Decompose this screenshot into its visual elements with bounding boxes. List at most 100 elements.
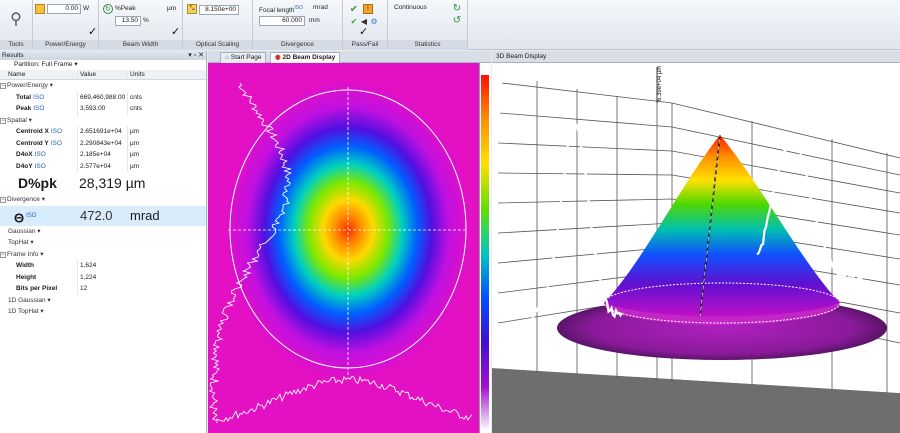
row-name: D%pk [18,175,57,191]
document-tabs: ⌂ Start Page ◉ 2D Beam Display [208,51,491,63]
table-row[interactable]: Centroid Y ISO 2.290843e+04 µm [0,137,206,149]
col-name[interactable]: Name [0,70,76,80]
settings-icon[interactable]: ⚙ [369,16,379,26]
row-value: 12 [77,283,126,295]
power-energy-input[interactable]: 0.00 [47,4,81,14]
row-name: Centroid Y [16,139,49,147]
beam-width-method[interactable]: %Peak [115,4,136,14]
divergence-group: Focal lengthISO mrad 60.000 mm Divergenc… [253,0,343,50]
results-title-bar: Results ▾ ▫ ✕ [0,51,206,60]
row-name: Total [16,93,32,101]
reset-icon[interactable]: ↺ [452,15,462,26]
beam-3d-display[interactable]: 6.39e+04 µm [492,63,900,433]
divergence-unit[interactable]: mrad [313,3,328,13]
row-unit: µm [127,160,139,172]
row-name: Centroid X [16,128,49,135]
iso-badge: ISO [33,105,45,112]
section-1d-gaussian[interactable]: 1D Gaussian ▾ [0,295,206,307]
results-column-headers: Name Value Units [0,70,206,80]
table-row[interactable]: Width 1,624 [0,260,206,272]
row-name: D4oY [16,162,33,170]
power-energy-unit[interactable]: W [83,4,89,14]
warning-icon[interactable]: ! [363,4,373,14]
collapse-icon[interactable]: − [0,83,6,89]
table-row[interactable]: D4oX ISO 2.185e+04 µm [0,149,206,161]
table-row[interactable]: Bits per Pixel 12 [0,283,206,295]
beam-2d-display[interactable] [208,63,479,433]
section-gaussian[interactable]: Gaussian ▾ [0,226,206,238]
wrench-icon[interactable]: ⚲ [6,8,26,30]
row-value: 1,624 [77,260,126,272]
table-row-selected[interactable]: Θ ISO 472.0 mrad [0,205,206,226]
collapse-icon[interactable]: − [0,251,6,258]
pass-fail-label: Pass/Fail [343,40,387,50]
collapse-icon[interactable]: − [0,117,6,124]
section-spatial[interactable]: − Spatial ▾ [0,115,206,127]
col-units[interactable]: Units [127,70,145,80]
section-tophat[interactable]: TopHat ▾ [0,237,206,249]
statistics-label: Statistics [388,40,467,50]
beam-width-input[interactable]: 13.50 [115,16,141,26]
pass-small-icon[interactable]: ✔ [349,16,359,26]
statistics-mode[interactable]: Continuous [394,3,427,13]
iso-badge: ISO [34,151,46,158]
check-icon[interactable]: ✓ [359,25,368,38]
focal-length-label: Focal lengthISO [259,5,304,15]
tools-label: Tools [0,40,32,50]
row-value: 1,224 [77,271,126,283]
tab-start-page[interactable]: ⌂ Start Page [220,52,267,63]
iso-badge: ISO [50,139,62,147]
focal-length-unit: mm [309,17,320,24]
partition-dropdown[interactable]: Partition: Full Frame ▾ [0,60,206,70]
beam-width-label: Beam Width [99,40,182,50]
section-label: Divergence [7,196,40,203]
table-row[interactable]: Total ISO 669,460,988.00 cnts [0,91,206,103]
check-icon[interactable]: ✓ [88,25,97,38]
check-icon[interactable]: ✓ [171,25,180,38]
optical-scaling-input[interactable]: 8.150e+00 [199,5,239,15]
tab-label: Start Page [230,54,262,61]
row-unit: mrad [127,205,160,226]
section-divergence[interactable]: − Divergence ▾ [0,194,206,206]
table-row[interactable]: Centroid X ISO 2.651691e+04 µm [0,126,206,138]
pass-fail-group: ✔ ! ✔ ◀ ⚙ ✓ Pass/Fail [343,0,388,50]
tab-2d-beam-display[interactable]: ◉ 2D Beam Display [270,52,341,63]
chevron-down-icon: ▾ [72,61,78,68]
height-marker-label: 6.39e+04 µm [657,66,663,101]
table-row-highlight[interactable]: D%pk 28,319 µm [0,172,206,194]
color-scale-bar [479,63,491,433]
collapse-icon[interactable]: − [0,197,6,203]
beam-width-unit[interactable]: µm [167,4,176,14]
col-value[interactable]: Value [77,70,126,80]
table-row[interactable]: Height 1,224 [0,271,206,283]
row-name: Peak [16,105,32,112]
refresh-icon[interactable]: ↻ [452,3,462,14]
row-value: 2.577e+04 [77,160,126,172]
iso-badge: ISO [50,128,63,135]
refresh-icon[interactable]: ↻ [103,4,113,14]
section-label: 1D Gaussian [8,296,46,304]
row-unit: µm [127,137,139,149]
optical-scaling-group: ⤡ 8.150e+00 Optical Scaling [183,0,253,50]
pass-check-icon[interactable]: ✔ [349,4,359,15]
section-label: Spatial [7,116,27,124]
focal-length-input[interactable]: 60.000 [259,16,305,26]
beamgage-window: ⚲ Tools ⚡ 0.00 W ✓ Power/Energy ↻ %Peak … [0,0,900,433]
statistics-group: Continuous ↻ ↺ Statistics [388,0,468,50]
row-unit: cnts [127,103,142,115]
iso-badge: ISO [33,93,45,101]
section-label: 1D TopHat [8,308,39,315]
scaling-icon[interactable]: ⤡ [187,4,197,14]
section-1d-tophat[interactable]: 1D TopHat ▾ [0,306,206,318]
row-value: 2.651691e+04 [77,126,126,138]
section-power-energy[interactable]: − Power/Energy ▾ [0,80,206,92]
power-energy-icon[interactable]: ⚡ [35,4,45,14]
row-name: Width [16,262,34,269]
results-title: Results [2,52,24,59]
optical-scaling-label: Optical Scaling [183,40,252,50]
divergence-label: Divergence [253,40,342,50]
section-frame-info[interactable]: − Frame Info ▾ [0,249,206,261]
table-row[interactable]: Peak ISO 3,593.00 cnts [0,103,206,115]
pin-icon[interactable]: ▾ ▫ ✕ [188,51,204,60]
table-row[interactable]: D4oY ISO 2.577e+04 µm [0,160,206,172]
